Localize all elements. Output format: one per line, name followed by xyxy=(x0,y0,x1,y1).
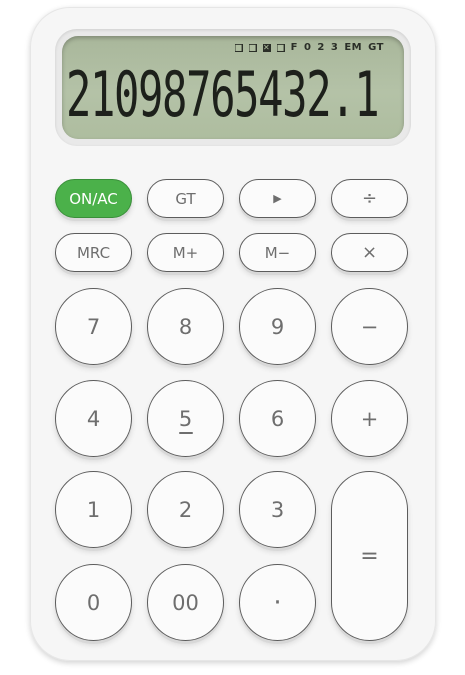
display-value: 21098765432.1 xyxy=(65,58,380,131)
five-label: 5 xyxy=(178,406,193,431)
indicator-memory: ■ xyxy=(234,42,243,52)
tactile-bump-icon xyxy=(178,432,193,434)
six-button[interactable]: 6 xyxy=(239,380,316,457)
indicator-em: EM xyxy=(344,42,363,53)
divide-button[interactable]: ÷ xyxy=(331,179,408,218)
on-ac-button[interactable]: ON/AC xyxy=(55,179,132,218)
indicator-0: 0 xyxy=(303,42,312,53)
indicator-plus: ■ xyxy=(276,42,285,52)
one-button[interactable]: 1 xyxy=(55,471,132,548)
indicator-2: 2 xyxy=(317,42,325,53)
five-button[interactable]: 5 xyxy=(147,380,224,457)
equals-button[interactable]: = xyxy=(331,471,408,641)
plus-button[interactable]: + xyxy=(331,380,408,457)
status-indicators: ■ ■ ✕ ■ F 0 2 3 EM GT xyxy=(234,42,384,53)
eight-button[interactable]: 8 xyxy=(147,288,224,365)
two-button[interactable]: 2 xyxy=(147,471,224,548)
four-button[interactable]: 4 xyxy=(55,380,132,457)
double-zero-button[interactable]: 00 xyxy=(147,564,224,641)
indicator-gt: GT xyxy=(368,42,384,53)
seven-button[interactable]: 7 xyxy=(55,288,132,365)
indicator-3: 3 xyxy=(330,42,339,53)
zero-button[interactable]: 0 xyxy=(55,564,132,641)
play-button[interactable]: ▶ xyxy=(239,179,316,218)
indicator-error: ✕ xyxy=(262,42,271,52)
minus-button[interactable]: − xyxy=(331,288,408,365)
decimal-button[interactable]: · xyxy=(239,564,316,641)
m-plus-button[interactable]: M+ xyxy=(147,233,224,272)
m-minus-button[interactable]: M− xyxy=(239,233,316,272)
nine-button[interactable]: 9 xyxy=(239,288,316,365)
indicator-f: F xyxy=(290,42,298,53)
lcd-display: ■ ■ ✕ ■ F 0 2 3 EM GT 21098765432.1 xyxy=(62,36,404,139)
indicator-minus: ■ xyxy=(248,42,257,52)
three-button[interactable]: 3 xyxy=(239,471,316,548)
gt-button[interactable]: GT xyxy=(147,179,224,218)
multiply-button[interactable]: × xyxy=(331,233,408,272)
mrc-button[interactable]: MRC xyxy=(55,233,132,272)
